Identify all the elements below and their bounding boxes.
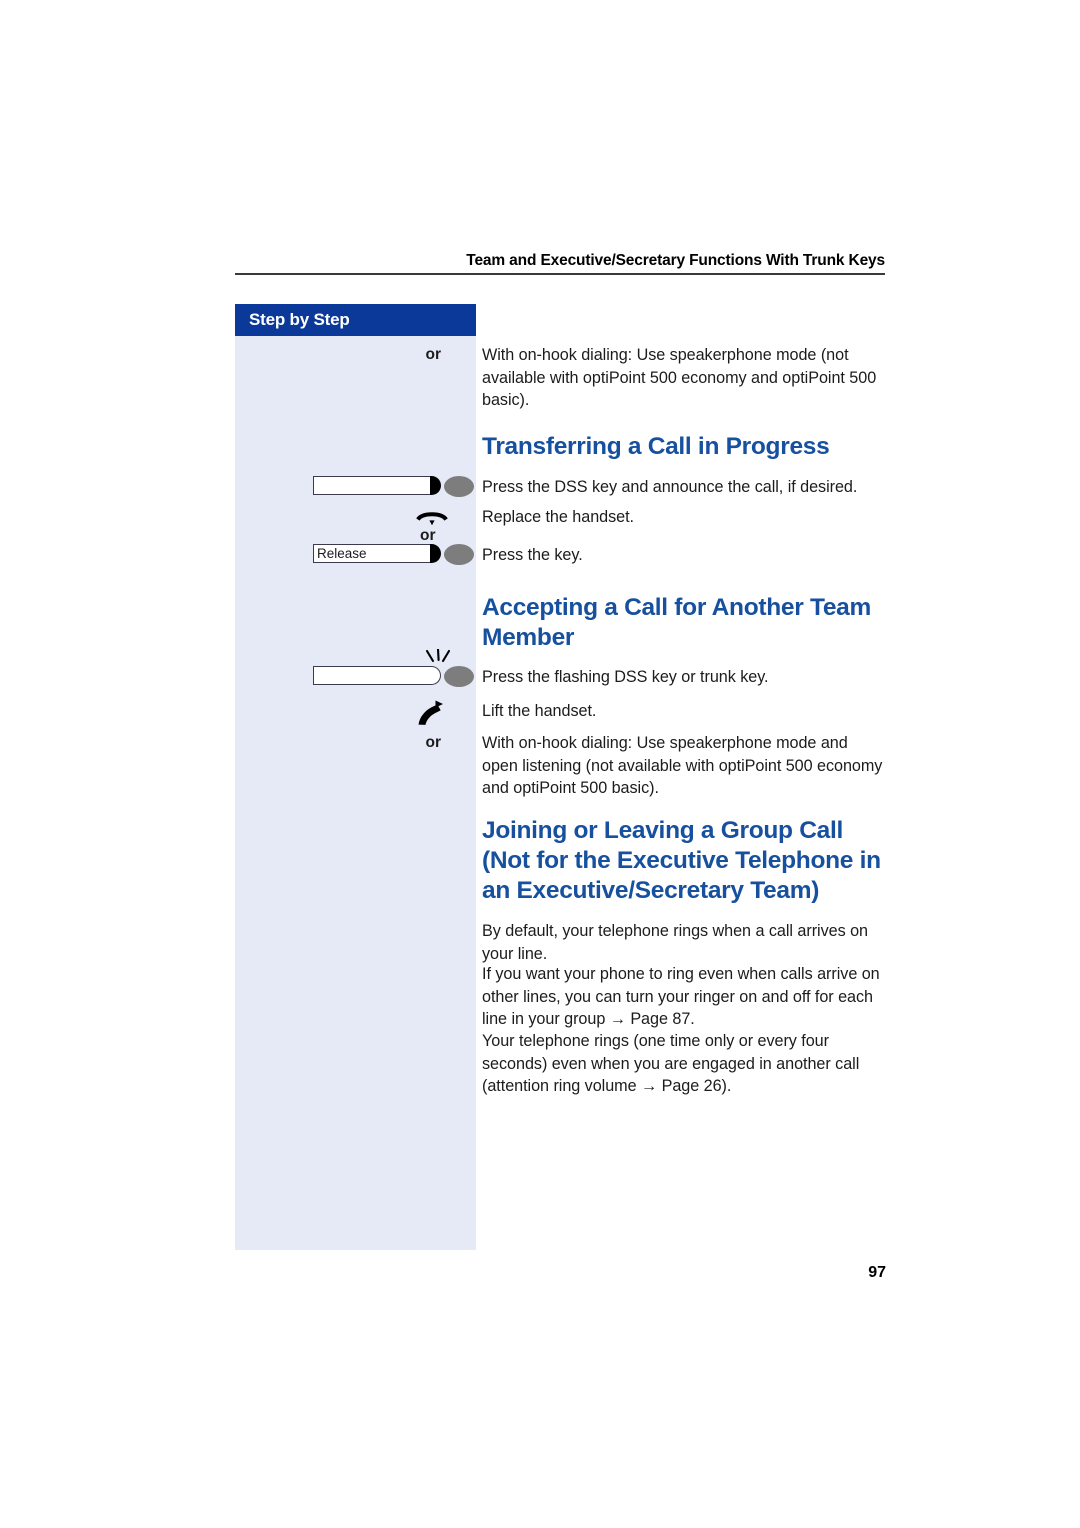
key-led-icon <box>444 476 474 497</box>
document-page: Team and Executive/Secretary Functions W… <box>0 0 1080 1528</box>
step-instruction: With on-hook dialing: Use speakerphone m… <box>482 346 877 409</box>
rail-header: Step by Step <box>235 304 476 336</box>
section-title-transferring: Transferring a Call in Progress <box>482 433 830 460</box>
lift-handset-icon <box>415 700 451 731</box>
section-title-accepting: Accepting a Call for Another Team Member <box>482 594 871 651</box>
key-body <box>313 666 431 685</box>
or-label: or <box>425 346 442 363</box>
paragraph-default-ring: By default, your telephone rings when a … <box>482 922 868 963</box>
key-body <box>313 476 431 495</box>
step-text: Lift the handset. <box>482 700 886 723</box>
rail-body <box>235 336 476 1250</box>
key-label: Release <box>317 546 367 561</box>
step-instruction: Press the flashing DSS key or trunk key. <box>482 668 769 686</box>
step-instruction: Lift the handset. <box>482 702 597 720</box>
key-led-icon <box>444 544 474 565</box>
step-instruction: Replace the handset. <box>482 508 634 526</box>
step-instruction: With on-hook dialing: Use speakerphone m… <box>482 734 883 797</box>
step-text: Press the flashing DSS key or trunk key. <box>482 666 886 689</box>
paragraph-attention-ring: Your telephone rings (one time only or e… <box>482 1032 860 1095</box>
paragraph-ringer-on-off: If you want your phone to ring even when… <box>482 965 880 1028</box>
key-body: Release <box>313 544 431 563</box>
step-text: Press the DSS key and announce the call,… <box>482 476 886 499</box>
page-number: 97 <box>868 1264 886 1281</box>
step-instruction: Press the key. <box>482 546 583 564</box>
step-text: Replace the handset. <box>482 506 886 529</box>
step-text: With on-hook dialing: Use speakerphone m… <box>482 344 886 412</box>
step-by-step-rail: Step by Step <box>235 304 476 1250</box>
running-header: Team and Executive/Secretary Functions W… <box>466 252 885 269</box>
step-text: Press the key. <box>482 544 886 567</box>
header-rule <box>235 273 885 275</box>
section-title-joining-group-call: Joining or Leaving a Group Call (Not for… <box>482 817 881 904</box>
step-text: With on-hook dialing: Use speakerphone m… <box>482 732 886 800</box>
or-label: or <box>425 734 442 751</box>
key-led-icon <box>444 666 474 687</box>
step-instruction: Press the DSS key and announce the call,… <box>482 478 858 496</box>
or-label: or <box>420 527 436 544</box>
rail-title: Step by Step <box>249 310 350 329</box>
